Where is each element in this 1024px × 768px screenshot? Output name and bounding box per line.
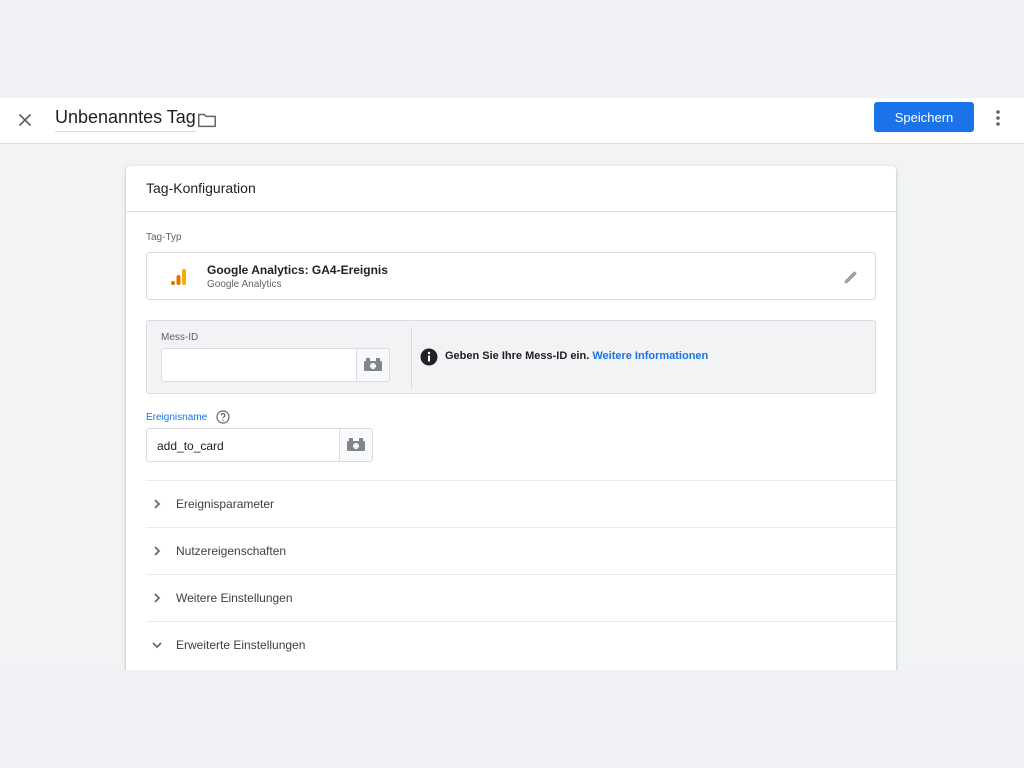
measurement-id-input[interactable] (161, 348, 357, 382)
help-icon[interactable] (216, 410, 230, 424)
more-options-button[interactable] (988, 107, 1008, 129)
measurement-info: Geben Sie Ihre Mess-ID ein. Weitere Info… (445, 350, 708, 362)
panel-divider (411, 327, 412, 389)
tag-type-name: Google Analytics: GA4-Ereignis (207, 263, 388, 277)
measurement-id-label: Mess-ID (161, 332, 199, 343)
section-label: Erweiterte Einstellungen (176, 638, 306, 652)
info-icon (420, 348, 438, 366)
tag-name-field[interactable]: Unbenanntes Tag (55, 107, 196, 132)
tag-type-subtitle: Google Analytics (207, 279, 282, 290)
section-label: Ereignisparameter (176, 497, 275, 511)
section-user-properties[interactable]: Nutzereigenschaften (146, 527, 896, 574)
measurement-info-text: Geben Sie Ihre Mess-ID ein. (445, 350, 590, 362)
section-label: Weitere Einstellungen (176, 591, 293, 605)
chevron-down-icon (152, 642, 162, 649)
folder-icon (198, 113, 216, 128)
folder-button[interactable] (196, 109, 218, 131)
variable-icon (347, 438, 365, 451)
tag-type-label: Tag-Typ (146, 232, 182, 243)
event-name-input[interactable]: add_to_card (146, 428, 340, 462)
event-variable-button[interactable] (339, 428, 373, 462)
more-info-link[interactable]: Weitere Informationen (592, 350, 708, 362)
section-event-parameters[interactable]: Ereignisparameter (146, 480, 896, 527)
chevron-right-icon (154, 546, 161, 556)
save-button[interactable]: Speichern (874, 102, 974, 132)
chevron-right-icon (154, 593, 161, 603)
section-label: Nutzereigenschaften (176, 544, 287, 558)
top-bar: Unbenanntes Tag Speichern (0, 98, 1024, 144)
event-name-label: Ereignisname (146, 412, 208, 423)
tag-editor-frame: Unbenanntes Tag Speichern Tag-Konfigurat… (0, 98, 1024, 670)
tag-type-selector[interactable]: Google Analytics: GA4-Ereignis Google An… (146, 252, 876, 300)
edit-pencil-icon[interactable] (841, 267, 861, 287)
section-advanced-settings[interactable]: Erweiterte Einstellungen (146, 621, 896, 668)
more-vert-icon (996, 110, 1000, 126)
chevron-right-icon (154, 499, 161, 509)
close-icon (18, 113, 32, 127)
measurement-variable-button[interactable] (356, 348, 390, 382)
google-analytics-icon (171, 269, 186, 285)
variable-icon (364, 358, 382, 371)
tag-configuration-card: Tag-Konfiguration Tag-Typ Google Analyti… (126, 166, 896, 670)
close-button[interactable] (14, 109, 36, 131)
card-title: Tag-Konfiguration (126, 166, 896, 212)
measurement-id-panel: Mess-ID Geben Sie Ihre Mess-ID ein. Weit… (146, 320, 876, 394)
section-more-settings[interactable]: Weitere Einstellungen (146, 574, 896, 621)
